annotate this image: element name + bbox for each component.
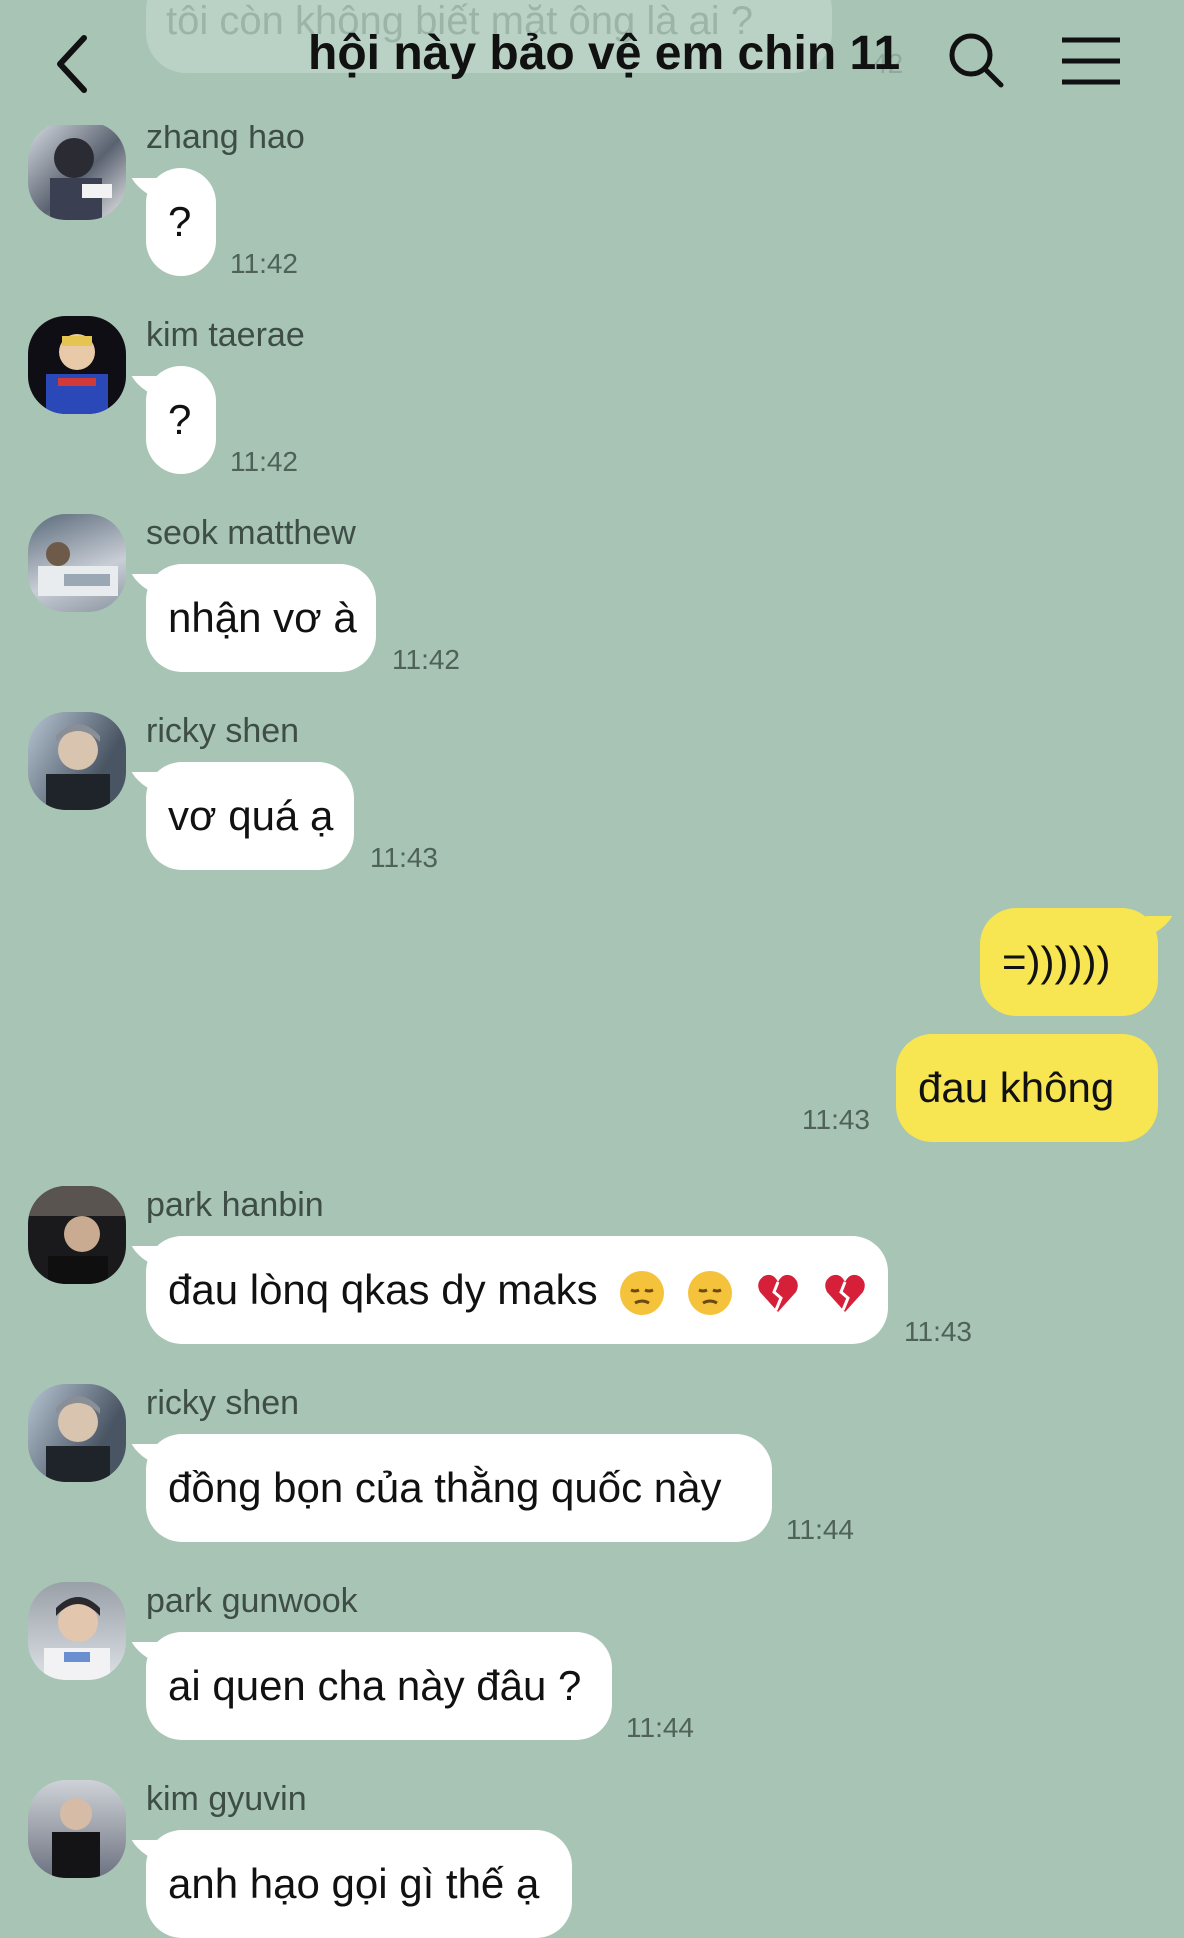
outgoing-message-bubble[interactable]: đau không bbox=[896, 1034, 1158, 1142]
chevron-left-icon bbox=[57, 35, 87, 93]
back-button[interactable] bbox=[50, 30, 100, 98]
avatar[interactable] bbox=[28, 712, 126, 810]
message-time: 11:42 bbox=[230, 248, 298, 279]
message-time: 11:43 bbox=[802, 1104, 870, 1135]
search-button[interactable] bbox=[946, 30, 1006, 90]
avatar[interactable] bbox=[28, 316, 126, 414]
message-bubble[interactable]: ? bbox=[146, 168, 216, 276]
chat-header: tôi còn không biết mặt ông là ai ? 42 hộ… bbox=[0, 0, 1184, 125]
sender-name: ricky shen bbox=[146, 1384, 300, 1422]
message-time: 11:42 bbox=[392, 644, 460, 675]
hamburger-menu-icon bbox=[1062, 37, 1120, 85]
avatar[interactable] bbox=[28, 1186, 126, 1284]
pensive-face-icon bbox=[620, 1270, 665, 1315]
sender-name: ricky shen bbox=[146, 712, 300, 750]
message-bubble[interactable]: đau lònq qkas dy maks bbox=[146, 1236, 888, 1344]
message-time: 11:44 bbox=[786, 1514, 854, 1545]
outgoing-message-bubble[interactable]: =)))))) bbox=[980, 908, 1158, 1016]
sender-name: kim gyuvin bbox=[146, 1780, 307, 1818]
chat-title: hội này bảo vệ em chin 11 bbox=[308, 27, 901, 80]
sender-name: park gunwook bbox=[146, 1582, 358, 1620]
search-icon bbox=[949, 33, 1004, 88]
avatar[interactable] bbox=[28, 122, 126, 220]
message-time: 11:44 bbox=[626, 1712, 694, 1743]
message-time: 11:43 bbox=[370, 842, 438, 873]
sender-name: kim taerae bbox=[146, 316, 305, 354]
message-text: đau lònq qkas dy maks bbox=[168, 1266, 598, 1313]
sender-name: park hanbin bbox=[146, 1186, 324, 1224]
message-bubble[interactable]: ai quen cha này đâu ? bbox=[146, 1632, 612, 1740]
sender-name: seok matthew bbox=[146, 514, 356, 552]
message-time: 11:42 bbox=[230, 446, 298, 477]
pensive-face-icon bbox=[687, 1270, 732, 1315]
message-bubble[interactable]: nhận vơ à bbox=[146, 564, 376, 672]
menu-button[interactable] bbox=[1060, 36, 1122, 86]
avatar[interactable] bbox=[28, 1384, 126, 1482]
avatar[interactable] bbox=[28, 514, 126, 612]
avatar[interactable] bbox=[28, 1780, 126, 1878]
avatar[interactable] bbox=[28, 1582, 126, 1680]
message-bubble[interactable]: anh hạo gọi gì thế ạ bbox=[146, 1830, 572, 1938]
message-time: 11:43 bbox=[904, 1316, 972, 1347]
message-bubble[interactable]: ? bbox=[146, 366, 216, 474]
message-bubble[interactable]: đồng bọn của thằng quốc này bbox=[146, 1434, 772, 1542]
broken-heart-icon bbox=[757, 1274, 798, 1312]
broken-heart-icon bbox=[825, 1274, 866, 1312]
message-bubble[interactable]: vơ quá ạ bbox=[146, 762, 354, 870]
